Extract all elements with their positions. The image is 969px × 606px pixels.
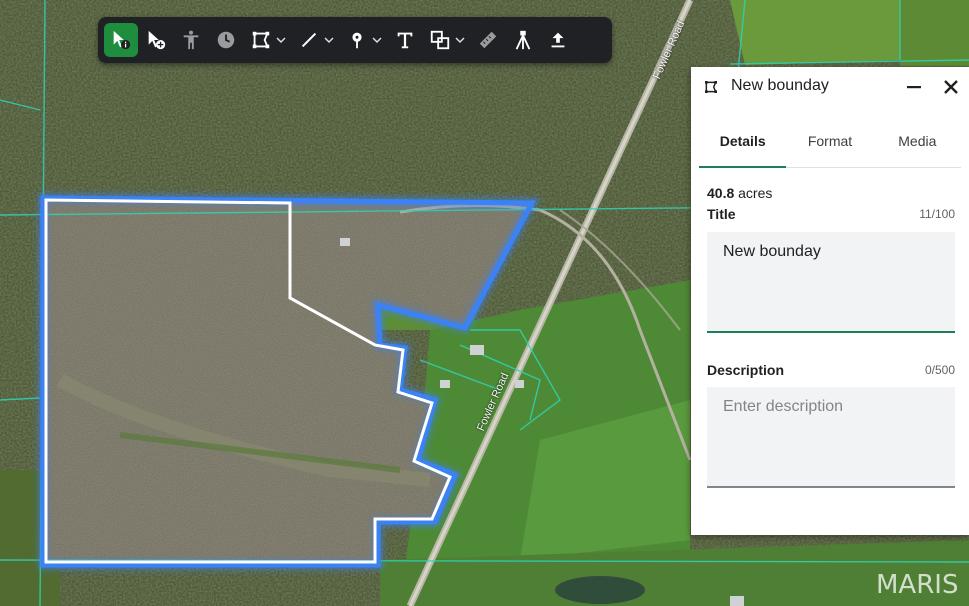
tripod-icon [515, 30, 531, 50]
title-input[interactable] [707, 232, 955, 272]
description-counter: 0/500 [924, 363, 955, 377]
add-point-tool[interactable] [139, 23, 173, 57]
history-tool[interactable] [209, 23, 243, 57]
panel-tabs: Details Format Media [699, 125, 961, 168]
acreage-unit: acres [738, 185, 773, 201]
maris-watermark: MARIS [876, 570, 959, 600]
polygon-icon [705, 81, 717, 93]
tab-format[interactable]: Format [786, 125, 873, 167]
chevron-down-icon [455, 37, 465, 44]
survey-tool[interactable] [506, 23, 540, 57]
line-icon [301, 32, 317, 48]
acreage-readout: 40.8 acres [707, 185, 772, 201]
select-tool[interactable] [104, 23, 138, 57]
shapes-icon [430, 30, 450, 50]
pin-dropdown[interactable] [369, 23, 385, 57]
cursor-info-icon [113, 30, 131, 50]
description-label: Description [707, 362, 785, 378]
panel-title: New bounday [731, 77, 829, 94]
minimize-icon[interactable] [904, 77, 924, 97]
description-input[interactable] [707, 387, 955, 486]
tab-media[interactable]: Media [874, 125, 961, 167]
line-dropdown[interactable] [321, 23, 337, 57]
pegman-icon [183, 30, 199, 50]
polygon-icon [252, 31, 270, 49]
text-icon [397, 32, 413, 49]
clock-icon [217, 31, 235, 49]
drawing-toolbar [98, 17, 612, 63]
boundary-details-panel: New bounday Details Format Media 40.8 ac… [691, 67, 969, 535]
pin-icon [352, 32, 362, 49]
chevron-down-icon [324, 37, 334, 44]
ruler-icon [479, 31, 497, 49]
upload-icon [551, 32, 565, 48]
close-icon[interactable] [941, 77, 961, 97]
measure-tool[interactable] [471, 23, 505, 57]
export-tool[interactable] [541, 23, 575, 57]
description-field[interactable] [707, 387, 955, 488]
acreage-value: 40.8 [707, 185, 735, 201]
title-field[interactable] [707, 232, 955, 333]
shapes-dropdown[interactable] [452, 23, 468, 57]
chevron-down-icon [372, 37, 382, 44]
polygon-dropdown[interactable] [273, 23, 289, 57]
text-tool[interactable] [388, 23, 422, 57]
panel-header: New bounday [691, 67, 969, 107]
title-counter: 11/100 [919, 207, 955, 221]
street-view-tool[interactable] [174, 23, 208, 57]
tab-details[interactable]: Details [699, 125, 787, 168]
chevron-down-icon [276, 37, 286, 44]
cursor-add-icon [148, 30, 166, 50]
title-label: Title [707, 206, 736, 222]
